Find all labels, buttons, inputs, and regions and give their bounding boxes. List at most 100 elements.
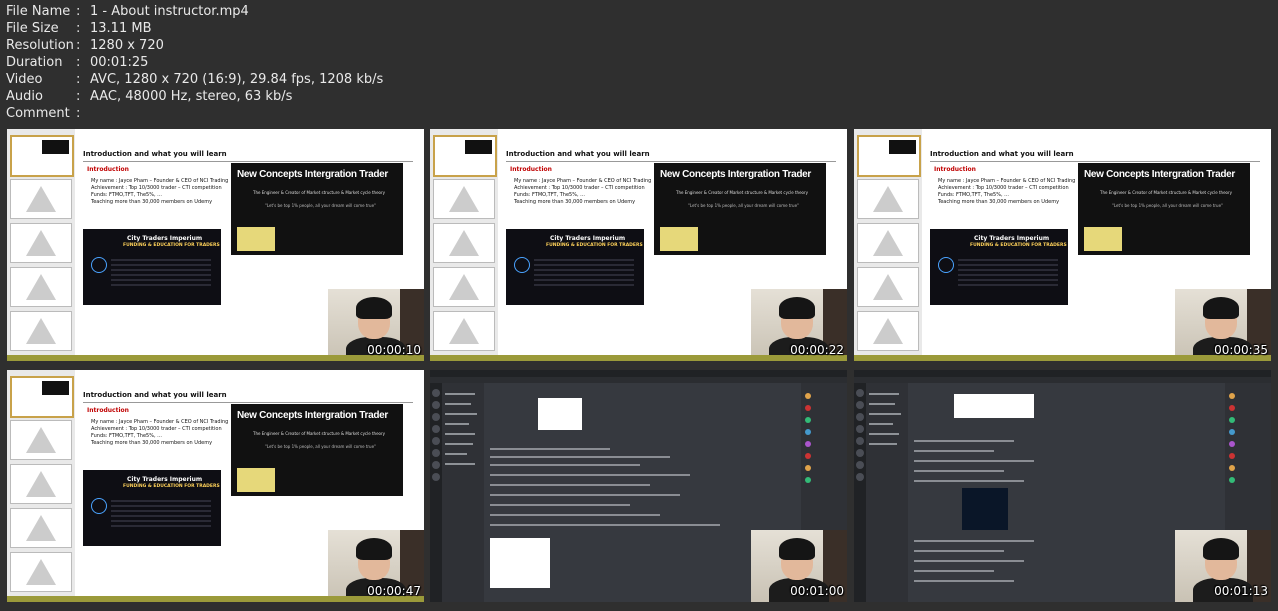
video-thumbnail[interactable]: 00:01:00 bbox=[430, 370, 847, 602]
message-feed bbox=[914, 390, 1214, 590]
brand-image bbox=[660, 227, 698, 251]
divider bbox=[83, 161, 413, 162]
video-row: Video : AVC, 1280 x 720 (16:9), 29.84 fp… bbox=[6, 71, 383, 88]
timestamp: 00:00:35 bbox=[1214, 343, 1268, 357]
progress-strip bbox=[7, 355, 424, 361]
cti-logo: City Traders Imperium bbox=[127, 476, 203, 483]
cti-banner: City Traders Imperium FUNDING & EDUCATIO… bbox=[83, 470, 221, 546]
slide-thumbnail[interactable] bbox=[433, 179, 495, 219]
separator: : bbox=[76, 72, 81, 87]
slide-title: Introduction and what you will learn bbox=[930, 150, 1074, 158]
cti-logo: City Traders Imperium bbox=[974, 235, 1050, 242]
slide-thumbnail[interactable] bbox=[10, 135, 74, 177]
bullet-item: My name : Jayce Pham – Founder & CEO of … bbox=[514, 178, 652, 184]
slide-thumbnail[interactable] bbox=[857, 311, 919, 351]
slide-thumbnail[interactable] bbox=[10, 376, 74, 418]
brand-title: New Concepts Intergration Trader bbox=[237, 410, 388, 421]
audio-value: AAC, 48000 Hz, stereo, 63 kb/s bbox=[90, 89, 293, 104]
slide-thumbnail[interactable] bbox=[10, 464, 72, 504]
divider bbox=[506, 161, 836, 162]
pyramid-embed bbox=[490, 538, 550, 588]
bullet-item: Achievement : Top 10/3000 trader – CTI c… bbox=[514, 185, 645, 191]
slide-thumbnail[interactable] bbox=[10, 311, 72, 351]
slide-thumbnail[interactable] bbox=[857, 135, 921, 177]
cti-text-lines bbox=[111, 500, 211, 530]
brand-quote: "Let's be top 1% people, all your dream … bbox=[688, 203, 799, 208]
resolution-value: 1280 x 720 bbox=[90, 38, 164, 53]
cti-banner: City Traders Imperium FUNDING & EDUCATIO… bbox=[83, 229, 221, 305]
brand-title: New Concepts Intergration Trader bbox=[237, 169, 388, 180]
brand-subtitle: The Engineer & Creator of Market structu… bbox=[253, 431, 385, 436]
bullet-item: Achievement : Top 10/3000 trader – CTI c… bbox=[91, 185, 222, 191]
bullet-item: Achievement : Top 10/3000 trader – CTI c… bbox=[91, 426, 222, 432]
progress-strip bbox=[854, 355, 1271, 361]
channel-list bbox=[442, 383, 484, 602]
cti-tagline: FUNDING & EDUCATION FOR TRADERS bbox=[546, 243, 643, 248]
slide-thumbnail[interactable] bbox=[857, 267, 919, 307]
comment-key: Comment bbox=[6, 106, 70, 121]
bullet-list: My name : Jayce Pham – Founder & CEO of … bbox=[938, 178, 1075, 206]
browser-tabs bbox=[430, 370, 847, 377]
slide-thumbnail[interactable] bbox=[10, 420, 72, 460]
bullet-item: My name : Jayce Pham – Founder & CEO of … bbox=[91, 419, 229, 425]
divider bbox=[930, 161, 1260, 162]
brand-subtitle: The Engineer & Creator of Market structu… bbox=[676, 190, 808, 195]
separator: : bbox=[76, 55, 81, 70]
audio-key: Audio bbox=[6, 89, 43, 104]
video-thumbnail[interactable]: Introduction and what you will learn Int… bbox=[854, 129, 1271, 361]
slide-thumbnail[interactable] bbox=[433, 267, 495, 307]
video-thumbnail[interactable]: Introduction and what you will learn Int… bbox=[7, 129, 424, 361]
video-thumbnail[interactable]: 00:01:13 bbox=[854, 370, 1271, 602]
bullet-list: My name : Jayce Pham – Founder & CEO of … bbox=[91, 419, 228, 447]
bullet-item: Funds: FTMO,TFT, The5%, ... bbox=[91, 433, 162, 439]
video-value: AVC, 1280 x 720 (16:9), 29.84 fps, 1208 … bbox=[90, 72, 384, 87]
section-heading: Introduction bbox=[934, 166, 976, 173]
duration-row: Duration : 00:01:25 bbox=[6, 54, 383, 71]
slide-panel bbox=[430, 129, 498, 361]
server-list bbox=[430, 383, 442, 602]
bullet-item: Funds: FTMO,TFT, The5%, ... bbox=[938, 192, 1009, 198]
divider bbox=[83, 402, 413, 403]
slide-thumbnail[interactable] bbox=[857, 179, 919, 219]
channel-list bbox=[866, 383, 908, 602]
video-thumbnail[interactable]: Introduction and what you will learn Int… bbox=[430, 129, 847, 361]
video-thumbnail[interactable]: Introduction and what you will learn Int… bbox=[7, 370, 424, 602]
progress-strip bbox=[7, 596, 424, 602]
cti-banner: City Traders Imperium FUNDING & EDUCATIO… bbox=[930, 229, 1068, 305]
cti-banner: City Traders Imperium FUNDING & EDUCATIO… bbox=[506, 229, 644, 305]
browser-tabs bbox=[854, 370, 1271, 377]
file-name-key: File Name bbox=[6, 4, 71, 19]
slide-thumbnail[interactable] bbox=[433, 311, 495, 351]
brand-quote: "Let's be top 1% people, all your dream … bbox=[265, 444, 376, 449]
file-name-row: File Name : 1 - About instructor.mp4 bbox=[6, 3, 383, 20]
slide-thumbnail[interactable] bbox=[10, 223, 72, 263]
slide-title: Introduction and what you will learn bbox=[83, 150, 227, 158]
brand-image bbox=[1084, 227, 1122, 251]
cti-tagline: FUNDING & EDUCATION FOR TRADERS bbox=[123, 484, 220, 489]
slide-thumbnail[interactable] bbox=[433, 135, 497, 177]
bullet-item: Teaching more than 30,000 members on Ude… bbox=[514, 199, 636, 205]
brand-banner: New Concepts Intergration Trader The Eng… bbox=[1078, 163, 1250, 255]
file-size-row: File Size : 13.11 MB bbox=[6, 20, 383, 37]
bullet-item: My name : Jayce Pham – Founder & CEO of … bbox=[91, 178, 229, 184]
comment-row: Comment : bbox=[6, 105, 383, 122]
address-bar bbox=[430, 377, 847, 383]
bullet-list: My name : Jayce Pham – Founder & CEO of … bbox=[91, 178, 228, 206]
brand-quote: "Let's be top 1% people, all your dream … bbox=[265, 203, 376, 208]
duration-key: Duration bbox=[6, 55, 63, 70]
slide-thumbnail[interactable] bbox=[10, 552, 72, 592]
separator: : bbox=[76, 89, 81, 104]
slide-thumbnail[interactable] bbox=[857, 223, 919, 263]
slide-thumbnail[interactable] bbox=[433, 223, 495, 263]
timestamp: 00:00:22 bbox=[790, 343, 844, 357]
cti-tagline: FUNDING & EDUCATION FOR TRADERS bbox=[123, 243, 220, 248]
audio-row: Audio : AAC, 48000 Hz, stereo, 63 kb/s bbox=[6, 88, 383, 105]
cti-icon bbox=[514, 257, 530, 273]
slide-thumbnail[interactable] bbox=[10, 508, 72, 548]
duration-value: 00:01:25 bbox=[90, 55, 149, 70]
brand-image bbox=[237, 227, 275, 251]
slide-thumbnail[interactable] bbox=[10, 267, 72, 307]
slide-thumbnail[interactable] bbox=[10, 179, 72, 219]
slide-panel bbox=[7, 129, 75, 361]
section-heading: Introduction bbox=[87, 166, 129, 173]
